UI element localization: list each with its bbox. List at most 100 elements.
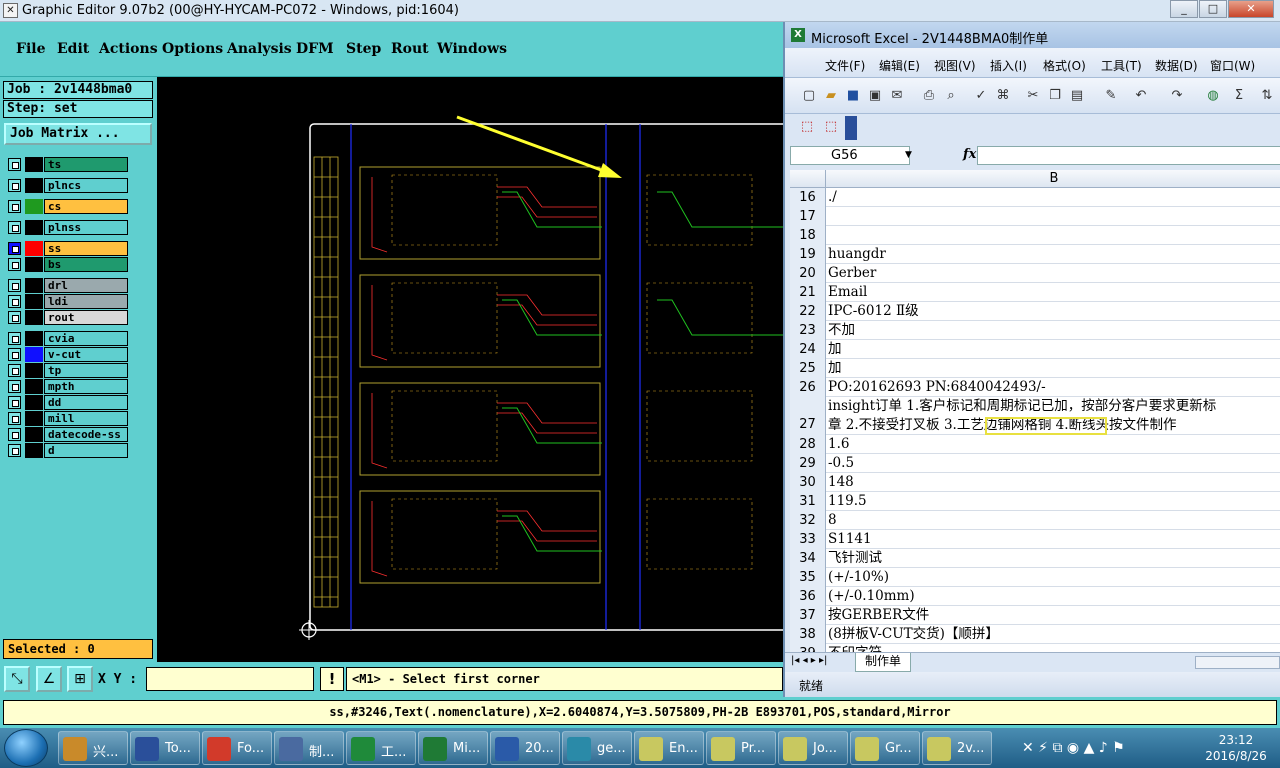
table-row[interactable]: 24 加 xyxy=(790,340,1280,359)
excel-menu-insert[interactable]: 插入(I) xyxy=(990,57,1027,74)
table-row[interactable]: 16 ./ xyxy=(790,188,1280,207)
table-row[interactable]: 33 S1141 xyxy=(790,530,1280,549)
taskbar-item[interactable]: Jo... xyxy=(778,731,848,765)
table-row[interactable]: 17 xyxy=(790,207,1280,226)
menu-windows[interactable]: Windows xyxy=(437,41,507,57)
job-matrix-button[interactable]: Job Matrix ... xyxy=(4,123,152,145)
cell-value[interactable]: 加 xyxy=(827,359,1280,378)
row-number[interactable]: 22 xyxy=(790,302,826,321)
formula-bar[interactable] xyxy=(977,146,1280,165)
cell-value[interactable]: PO:20162693 PN:6840042493/- xyxy=(827,378,1280,397)
cell-value[interactable]: S1141 xyxy=(827,530,1280,549)
start-button[interactable] xyxy=(4,729,48,767)
table-row[interactable]: 20 Gerber xyxy=(790,264,1280,283)
maximize-button[interactable]: □ xyxy=(1199,0,1227,18)
layer-checkbox[interactable] xyxy=(8,258,21,271)
layer-checkbox[interactable] xyxy=(8,295,21,308)
row-number[interactable]: 18 xyxy=(790,226,826,245)
layer-row[interactable]: cvia xyxy=(8,331,128,346)
layer-checkbox[interactable] xyxy=(8,279,21,292)
layer-row[interactable]: plnss xyxy=(8,220,128,235)
cell-value[interactable]: (+/-0.10mm) xyxy=(827,587,1280,606)
row-number[interactable]: 26 xyxy=(790,378,826,397)
layer-checkbox[interactable] xyxy=(8,380,21,393)
name-box-dropdown-icon[interactable]: ▼ xyxy=(905,150,912,160)
cell-value[interactable]: 1.6 xyxy=(827,435,1280,454)
menu-options[interactable]: Options xyxy=(162,41,223,57)
close-button[interactable]: ✕ xyxy=(1228,0,1274,18)
cell-value[interactable]: Email xyxy=(827,283,1280,302)
redo-icon[interactable]: ↷ xyxy=(1169,88,1185,104)
menu-edit[interactable]: Edit xyxy=(57,41,89,57)
taskbar-item[interactable]: 兴... xyxy=(58,731,128,765)
cell-value[interactable]: 按GERBER文件 xyxy=(827,606,1280,625)
layer-row[interactable]: d xyxy=(8,443,128,458)
paste-icon[interactable]: ▤ xyxy=(1069,88,1085,104)
row-number[interactable]: 32 xyxy=(790,511,826,530)
excel-menu-data[interactable]: 数据(D) xyxy=(1155,57,1198,74)
name-box[interactable]: G56 xyxy=(790,146,910,165)
email-icon[interactable]: ✉ xyxy=(889,88,905,104)
table-row[interactable]: 28 1.6 xyxy=(790,435,1280,454)
table-row[interactable]: 37 按GERBER文件 xyxy=(790,606,1280,625)
table-row[interactable]: 38 (8拼板V-CUT交货)【顺拼】 xyxy=(790,625,1280,644)
menu-analysis[interactable]: Analysis xyxy=(227,41,292,57)
layer-row[interactable]: v-cut xyxy=(8,347,128,362)
spelling-icon[interactable]: ✓ xyxy=(973,88,989,104)
layer-checkbox[interactable] xyxy=(8,444,21,457)
layer-row[interactable]: rout xyxy=(8,310,128,325)
row-number[interactable]: 38 xyxy=(790,625,826,644)
layer-row[interactable]: bs xyxy=(8,257,128,272)
row-number[interactable]: 16 xyxy=(790,188,826,207)
excel-menu-tools[interactable]: 工具(T) xyxy=(1101,57,1142,74)
row-number[interactable]: 23 xyxy=(790,321,826,340)
grid-snap-icon[interactable]: ⊞ xyxy=(67,666,93,692)
permission-icon[interactable]: ▣ xyxy=(867,88,883,104)
row-number[interactable]: 34 xyxy=(790,549,826,568)
layer-checkbox[interactable] xyxy=(8,158,21,171)
layer-checkbox[interactable] xyxy=(8,200,21,213)
table-row[interactable]: 21 Email xyxy=(790,283,1280,302)
table-row[interactable]: 26 PO:20162693 PN:6840042493/- xyxy=(790,378,1280,397)
format-painter-icon[interactable]: ✎ xyxy=(1103,88,1119,104)
layer-row[interactable]: plncs xyxy=(8,178,128,193)
hyperlink-icon[interactable]: ◍ xyxy=(1205,88,1221,104)
layer-row[interactable]: tp xyxy=(8,363,128,378)
layer-row[interactable]: mpth xyxy=(8,379,128,394)
print-preview-icon[interactable]: ⌕ xyxy=(943,88,959,104)
open-icon[interactable]: ▰ xyxy=(823,88,839,104)
taskbar-item[interactable]: 20... xyxy=(490,731,560,765)
print-icon[interactable]: ⎙ xyxy=(921,88,937,104)
row-number[interactable]: 36 xyxy=(790,587,826,606)
cell-value[interactable] xyxy=(827,207,1280,226)
cell-value[interactable]: huangdr xyxy=(827,245,1280,264)
menu-file[interactable]: File xyxy=(16,41,45,57)
excel-menu-window[interactable]: 窗口(W) xyxy=(1210,57,1255,74)
copy-icon[interactable]: ❐ xyxy=(1047,88,1063,104)
cut-icon[interactable]: ✂ xyxy=(1025,88,1041,104)
warning-button[interactable]: ! xyxy=(320,667,344,691)
cell-value[interactable]: IPC-6012 Ⅱ级 xyxy=(827,302,1280,321)
table-row[interactable]: 25 加 xyxy=(790,359,1280,378)
table-row[interactable]: 36 (+/-0.10mm) xyxy=(790,587,1280,606)
table-row[interactable]: 19 huangdr xyxy=(790,245,1280,264)
cell-value[interactable]: 119.5 xyxy=(827,492,1280,511)
layer-row[interactable]: mill xyxy=(8,411,128,426)
layer-checkbox[interactable] xyxy=(8,412,21,425)
layer-row[interactable]: ss xyxy=(8,241,128,256)
cell-value[interactable]: (8拼板V-CUT交货)【顺拼】 xyxy=(827,625,1280,644)
row-number[interactable]: 27 xyxy=(790,397,826,435)
row-number[interactable]: 30 xyxy=(790,473,826,492)
taskbar-item[interactable]: En... xyxy=(634,731,704,765)
layer-checkbox[interactable] xyxy=(8,332,21,345)
pdf-icon[interactable]: ⬚ xyxy=(799,119,815,135)
layer-checkbox[interactable] xyxy=(8,179,21,192)
table-row[interactable]: 23 不加 xyxy=(790,321,1280,340)
new-icon[interactable]: ▢ xyxy=(801,88,817,104)
cell-value[interactable]: ./ xyxy=(827,188,1280,207)
excel-menu-file[interactable]: 文件(F) xyxy=(825,57,865,74)
zoom-area-icon[interactable]: ⤡ xyxy=(4,666,30,692)
sheet-nav-icons[interactable]: |◂ ◂ ▸ ▸| xyxy=(791,655,827,666)
graphic-canvas[interactable] xyxy=(157,77,783,662)
row-number[interactable]: 20 xyxy=(790,264,826,283)
